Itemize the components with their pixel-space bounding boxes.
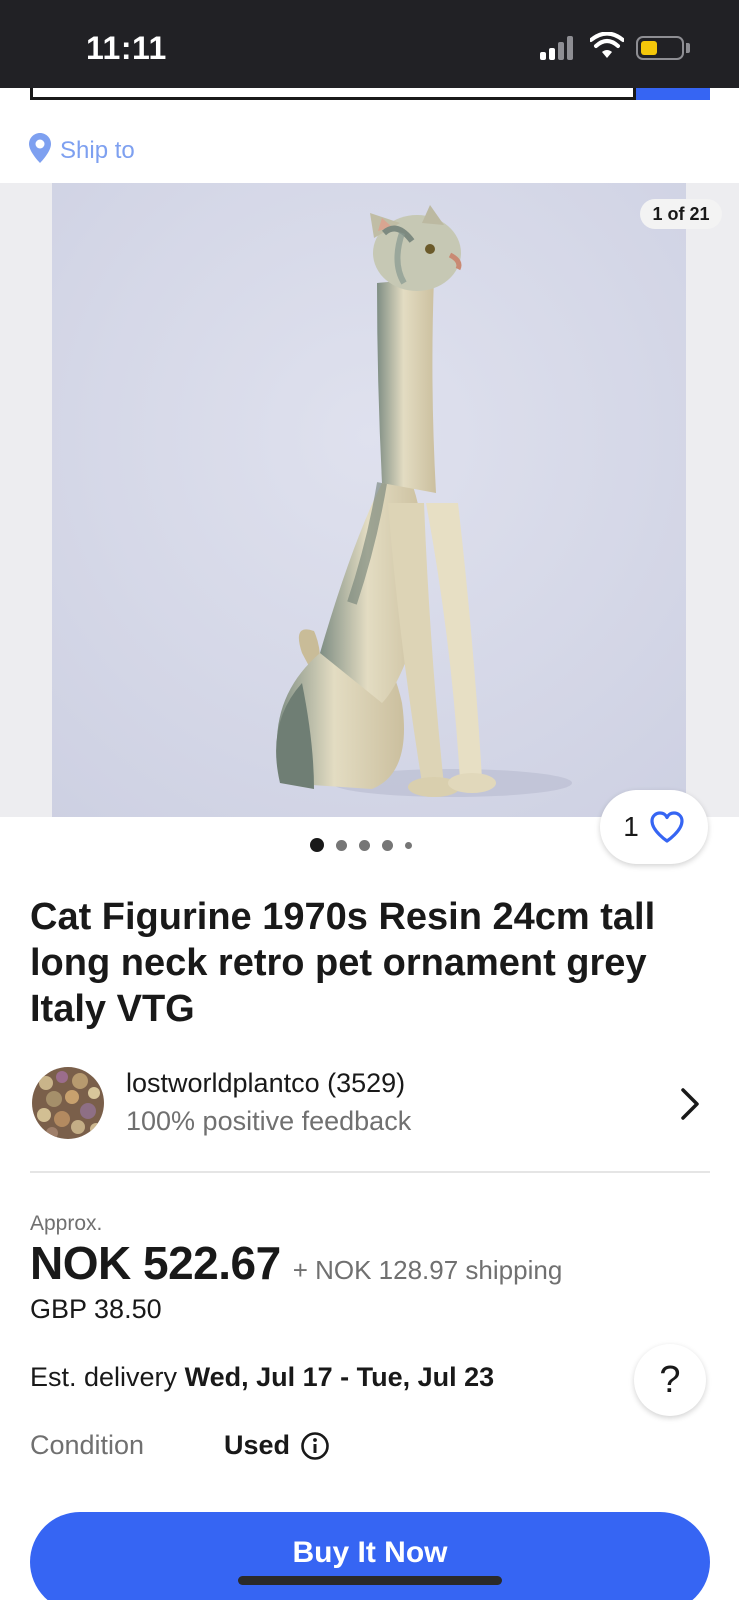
watch-count: 1 — [623, 811, 639, 842]
info-icon[interactable] — [300, 1431, 330, 1461]
status-time: 11:11 — [86, 30, 167, 66]
condition-label: Condition — [30, 1430, 145, 1460]
watch-button[interactable]: 1 — [600, 790, 708, 864]
pagination-dot-active — [310, 838, 324, 852]
chevron-right-icon — [678, 1086, 702, 1122]
pagination-dot — [336, 839, 347, 851]
ship-to-link[interactable]: Ship to — [28, 132, 135, 171]
help-button[interactable]: ? — [634, 1344, 706, 1416]
condition-text: Used — [224, 1430, 291, 1460]
seller-avatar — [32, 1067, 104, 1139]
status-bar: 11:11 — [0, 0, 739, 88]
wifi-icon — [589, 31, 625, 60]
gallery-pagination-dots — [310, 838, 412, 852]
search-button[interactable] — [636, 88, 710, 100]
buy-it-now-label: Buy It Now — [292, 1536, 448, 1569]
seller-name: lostworldplantco (3529) — [126, 1068, 406, 1098]
battery-cap — [686, 43, 690, 53]
price-amount: NOK 522.67 — [30, 1237, 281, 1289]
divider — [30, 1171, 710, 1173]
ship-to-label: Ship to — [60, 137, 135, 164]
original-price: GBP 38.50 — [30, 1294, 162, 1324]
seller-card[interactable]: lostworldplantco (3529) 100% positive fe… — [30, 1060, 710, 1144]
pagination-dot — [405, 841, 412, 849]
delivery-dates: Wed, Jul 17 - Tue, Jul 23 — [184, 1362, 495, 1392]
pagination-dot — [382, 839, 393, 851]
heart-icon — [649, 810, 685, 844]
price-row: NOK 522.67 + NOK 128.97 shipping — [30, 1236, 562, 1290]
home-indicator — [238, 1576, 502, 1585]
search-input[interactable] — [30, 88, 636, 100]
cellular-signal-icon — [540, 36, 576, 60]
condition-value[interactable]: Used — [224, 1430, 330, 1461]
image-gallery[interactable] — [0, 183, 739, 817]
buy-it-now-button[interactable]: Buy It Now — [30, 1512, 710, 1600]
product-photo[interactable] — [52, 183, 686, 817]
battery-icon — [636, 36, 684, 60]
listing-title: Cat Figurine 1970s Resin 24cm tall long … — [30, 896, 656, 1030]
estimated-delivery: Est. delivery Wed, Jul 17 - Tue, Jul 23 — [30, 1362, 494, 1393]
delivery-label: Est. delivery — [30, 1362, 178, 1392]
pagination-dot — [359, 839, 370, 851]
price-approx-label: Approx. — [30, 1212, 103, 1235]
image-counter: 1 of 21 — [640, 199, 722, 229]
seller-feedback: 100% positive feedback — [126, 1106, 412, 1136]
location-pin-icon — [28, 132, 52, 171]
shipping-cost: + NOK 128.97 shipping — [292, 1255, 563, 1285]
